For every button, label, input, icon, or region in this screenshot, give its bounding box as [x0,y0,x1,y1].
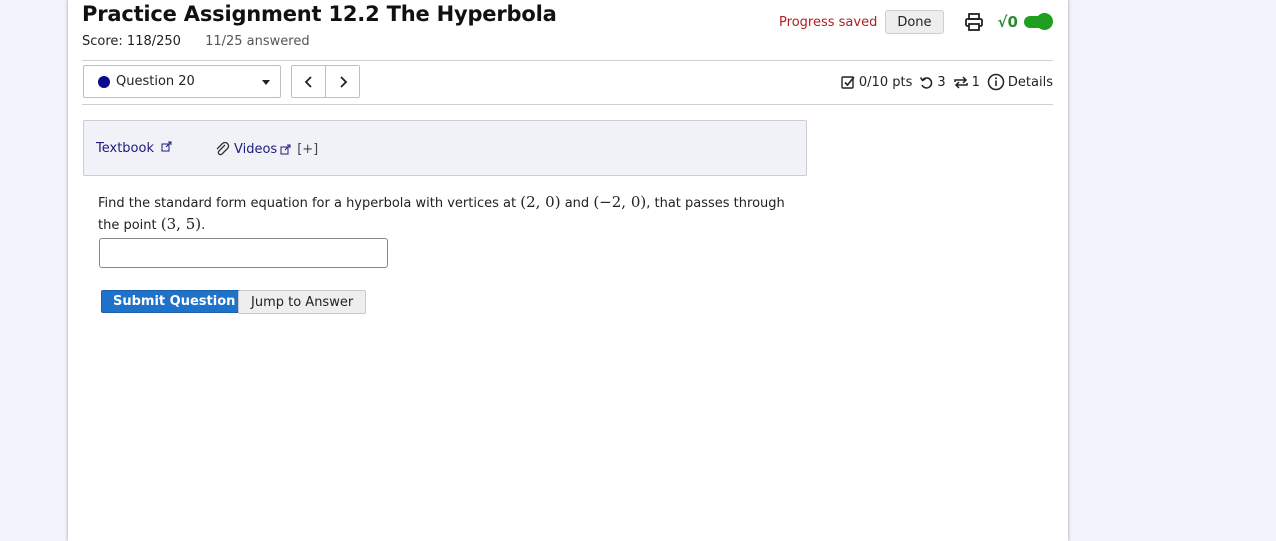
retries-indicator: 3 [919,74,946,90]
divider [82,60,1053,61]
chevron-right-icon [339,75,347,88]
question-text-part: Find the standard form equation for a hy… [98,196,517,211]
details-label: Details [1007,74,1053,90]
question-select[interactable]: Question 20 [83,65,281,98]
header-actions: Progress saved Done √0 [779,10,1053,34]
score-text: Score: 118/250 [82,34,181,49]
points-indicator: 0/10 pts [841,75,912,90]
checkbox-icon [841,75,855,89]
math-display-toggle-label: √0 [997,13,1018,31]
details-link[interactable]: Details [987,73,1053,91]
undo-icon [920,76,933,89]
textbook-link[interactable]: Textbook [96,141,172,156]
vertex-1: (2, 0) [520,193,561,211]
next-question-button[interactable] [325,66,359,97]
math-display-toggle[interactable] [1024,13,1053,30]
question-meta: 0/10 pts 3 1 Details [834,73,1053,91]
answer-input[interactable] [99,238,388,268]
assignment-page: Practice Assignment 12.2 The Hyperbola S… [68,0,1068,541]
paperclip-icon [216,141,230,156]
textbook-label: Textbook [96,141,154,156]
score-line: Score: 118/250 11/25 answered [82,34,310,49]
question-select-label: Question 20 [116,74,195,89]
point: (3, 5) [160,215,202,233]
info-icon [987,73,1005,91]
question-text-part: and [564,196,590,211]
retries-count: 3 [937,74,946,90]
vertex-2: (−2, 0) [593,193,647,211]
jump-to-answer-button[interactable]: Jump to Answer [238,290,367,314]
attempts-indicator: 1 [953,75,980,90]
repeat-icon [953,75,968,89]
question-navigation [291,65,360,98]
submit-question-button[interactable]: Submit Question [101,290,248,313]
points-text: 0/10 pts [858,74,913,90]
question-text-part: . [201,218,206,233]
help-resources-panel: Textbook Videos [+] [83,120,807,176]
videos-link[interactable]: Videos [+] [214,141,318,157]
done-button[interactable]: Done [885,10,944,34]
previous-question-button[interactable] [292,66,325,97]
attempts-count: 1 [971,74,980,90]
more-resources-toggle[interactable]: [+] [297,142,318,157]
progress-status: Progress saved [779,14,878,30]
question-text: Find the standard form equation for a hy… [98,192,808,236]
divider [82,104,1053,105]
print-icon[interactable] [964,12,984,32]
question-status-dot [98,75,110,88]
external-link-icon [161,141,172,152]
page-title: Practice Assignment 12.2 The Hyperbola [82,2,557,26]
videos-label: Videos [234,141,278,157]
caret-down-icon [262,80,270,85]
external-link-icon [280,144,291,154]
chevron-left-icon [304,75,312,88]
answered-count: 11/25 answered [205,34,310,49]
